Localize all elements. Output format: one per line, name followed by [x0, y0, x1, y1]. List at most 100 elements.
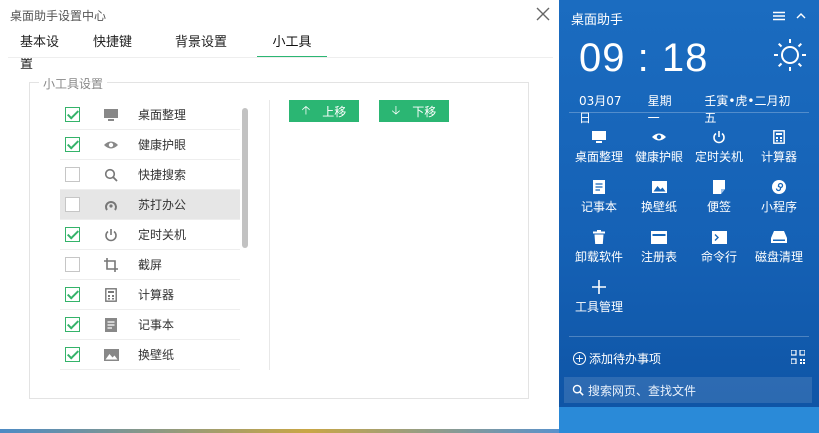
sun-icon [774, 39, 806, 71]
move-up-button[interactable]: 🡡 上移 [289, 100, 359, 122]
tool-label: 快捷搜索 [138, 168, 187, 182]
registry-icon [629, 226, 689, 248]
plus-circle-icon: + [573, 352, 586, 365]
assistant-tool-label: 健康护眼 [634, 150, 683, 164]
assistant-tool[interactable]: 换壁纸 [629, 176, 689, 222]
move-down-label: 下移 [412, 104, 437, 119]
assistant-tool[interactable]: 计算器 [749, 126, 809, 172]
crop-icon [102, 256, 120, 274]
assistant-tool-label: 记事本 [580, 200, 617, 214]
tool-label: 健康护眼 [138, 138, 187, 152]
menu-icon[interactable] [773, 10, 785, 22]
arrow-down-icon: 🡣 [391, 102, 401, 117]
tab-divider [8, 57, 553, 58]
wallpaper-icon [629, 176, 689, 198]
terminal-icon [689, 226, 749, 248]
tool-label: 记事本 [138, 318, 175, 332]
trash-icon [569, 226, 629, 248]
tool-row[interactable]: 截屏 [60, 250, 240, 280]
assistant-tool[interactable]: 小程序 [749, 176, 809, 222]
move-down-button[interactable]: 🡣 下移 [379, 100, 449, 122]
tool-row[interactable]: 苏打办公 [60, 190, 240, 220]
assistant-tool-label: 定时关机 [694, 150, 743, 164]
assistant-tool[interactable]: 注册表 [629, 226, 689, 272]
tool-checkbox[interactable] [65, 227, 80, 242]
close-icon[interactable] [534, 5, 552, 23]
add-todo-button[interactable]: + 添加待办事项 [573, 350, 661, 367]
assistant-tool-label: 工具管理 [574, 300, 623, 314]
tool-list-scrollbar[interactable] [242, 108, 248, 248]
search-icon [572, 384, 584, 396]
widget-settings-group: 小工具设置 桌面整理 健康护眼 快捷搜索 苏打办公 定时关机 截屏 计算器 记事… [29, 75, 529, 399]
eye-icon [629, 126, 689, 148]
separator [569, 336, 809, 337]
arrow-up-icon: 🡡 [301, 102, 311, 117]
mini-program-icon [749, 176, 809, 198]
tool-checkbox[interactable] [65, 197, 80, 212]
settings-tabs: 基本设置 快捷键 背景设置 小工具 [8, 32, 327, 72]
calculator-icon [102, 286, 120, 304]
tool-row[interactable]: 桌面整理 [60, 100, 240, 130]
assistant-tool[interactable]: 命令行 [689, 226, 749, 272]
tool-label: 计算器 [138, 288, 175, 302]
tool-row[interactable]: 健康护眼 [60, 130, 240, 160]
plus-icon [569, 276, 629, 298]
screen: 桌面助手设置中心 基本设置 快捷键 背景设置 小工具 小工具设置 桌面整理 健康… [0, 0, 819, 433]
tool-row[interactable]: 记事本 [60, 310, 240, 340]
tool-checkbox[interactable] [65, 167, 80, 182]
tab-widgets[interactable]: 小工具 [257, 32, 327, 58]
tool-checkbox[interactable] [65, 317, 80, 332]
assistant-tool-label: 卸载软件 [574, 250, 623, 264]
search-icon [102, 166, 120, 184]
settings-title: 桌面助手设置中心 [10, 9, 107, 23]
notepad-icon [569, 176, 629, 198]
tool-checkbox[interactable] [65, 137, 80, 152]
monitor-icon [102, 106, 120, 124]
tool-checkbox[interactable] [65, 287, 80, 302]
tool-checkbox[interactable] [65, 257, 80, 272]
qr-code-icon[interactable] [791, 350, 805, 364]
assistant-tool-label: 换壁纸 [640, 200, 677, 214]
assistant-tool[interactable]: 卸载软件 [569, 226, 629, 272]
notepad-icon [102, 316, 120, 334]
assistant-tool[interactable]: 记事本 [569, 176, 629, 222]
tool-row[interactable]: 计算器 [60, 280, 240, 310]
disk-icon [749, 226, 809, 248]
wallpaper-icon [102, 346, 120, 364]
assistant-tool[interactable]: 磁盘清理 [749, 226, 809, 272]
assistant-tool[interactable]: 便签 [689, 176, 749, 222]
assistant-tool-label: 命令行 [700, 250, 737, 264]
tool-checkbox[interactable] [65, 107, 80, 122]
assistant-panel: 桌面助手 09 : 18 03月07日 星期一 壬寅•虎•二月初五 桌面整理 健… [559, 0, 819, 407]
tool-row[interactable]: 定时关机 [60, 220, 240, 250]
assistant-title: 桌面助手 [571, 13, 624, 28]
power-icon [689, 126, 749, 148]
tool-checkbox[interactable] [65, 347, 80, 362]
chevron-up-icon[interactable] [795, 10, 807, 22]
clock-time: 09 : 18 [579, 36, 709, 80]
assistant-tool-label: 桌面整理 [574, 150, 623, 164]
assistant-tool[interactable]: 健康护眼 [629, 126, 689, 172]
tab-hotkeys[interactable]: 快捷键 [81, 32, 163, 58]
tab-basic[interactable]: 基本设置 [8, 32, 81, 72]
group-title: 小工具设置 [39, 75, 108, 92]
add-todo-label: 添加待办事项 [589, 352, 662, 366]
date-line: 03月07日 星期一 壬寅•虎•二月初五 [579, 92, 799, 126]
tab-background[interactable]: 背景设置 [163, 32, 257, 58]
separator [569, 112, 809, 113]
assistant-tool-label: 便签 [706, 200, 731, 214]
taskbar [559, 407, 819, 433]
assistant-tool[interactable]: 桌面整理 [569, 126, 629, 172]
soda-office-icon [102, 196, 120, 214]
tool-label: 换壁纸 [138, 348, 175, 362]
tool-manage-button[interactable]: 工具管理 [569, 276, 629, 322]
tool-label: 定时关机 [138, 228, 187, 242]
tool-row[interactable]: 快捷搜索 [60, 160, 240, 190]
calculator-icon [749, 126, 809, 148]
eye-icon [102, 136, 120, 154]
search-box[interactable]: 搜索网页、查找文件 [564, 377, 812, 403]
monitor-icon [569, 126, 629, 148]
tool-row[interactable]: 换壁纸 [60, 340, 240, 370]
assistant-tool[interactable]: 定时关机 [689, 126, 749, 172]
date: 03月07日 [579, 94, 622, 125]
